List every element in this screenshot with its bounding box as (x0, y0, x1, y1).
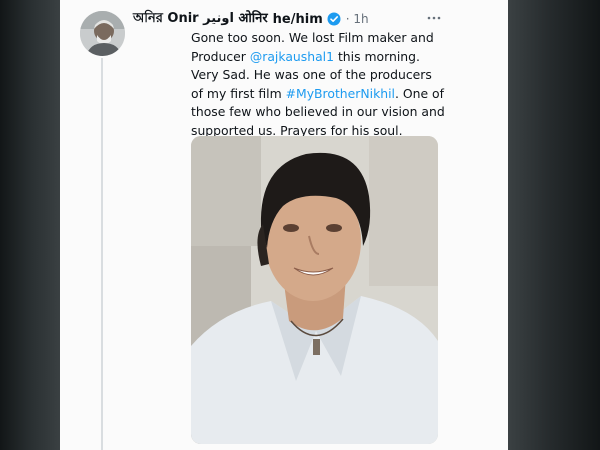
tweet-line: those few who believed in our vision and (191, 104, 445, 119)
pronouns: he/him (272, 11, 323, 27)
tweet-line-text: this morning. (334, 48, 420, 64)
tweet-line: Producer @rajkaushal1 this morning. (191, 48, 446, 67)
verified-badge-icon (327, 12, 341, 26)
timestamp[interactable]: · 1h (346, 12, 369, 26)
right-background-edge (508, 0, 600, 450)
portrait-photo-graphic (191, 136, 438, 444)
more-horizontal-icon[interactable] (426, 10, 442, 24)
timestamp-separator: · (345, 12, 350, 26)
avatar-portrait-graphic (80, 11, 125, 56)
tweet-line-text: . One of (395, 85, 445, 101)
tweet-text: Gone too soon. We lost Film maker and Pr… (191, 29, 446, 140)
tweet-line: Very Sad. He was one of the producers (191, 67, 432, 82)
mention-link[interactable]: @rajkaushal1 (250, 49, 334, 64)
tweet-line: Gone too soon. We lost Film maker and (191, 30, 434, 45)
thread-connector-line (101, 58, 103, 450)
tweet-header: অনির Onir اونیر ओनिर he/him · 1h (133, 9, 453, 29)
tweet-photo[interactable] (191, 136, 438, 444)
timestamp-value: 1h (353, 12, 369, 26)
hashtag-link[interactable]: #MyBrotherNikhil (286, 86, 395, 101)
tweet-line: of my first film #MyBrotherNikhil. One o… (191, 85, 446, 104)
tweet-line-text: of my first film (191, 85, 286, 101)
left-background-edge (0, 0, 60, 450)
avatar[interactable] (80, 11, 125, 56)
tweet-line-text: Producer (191, 48, 250, 64)
display-name[interactable]: অনির Onir اونیر ओनिर (133, 8, 268, 30)
